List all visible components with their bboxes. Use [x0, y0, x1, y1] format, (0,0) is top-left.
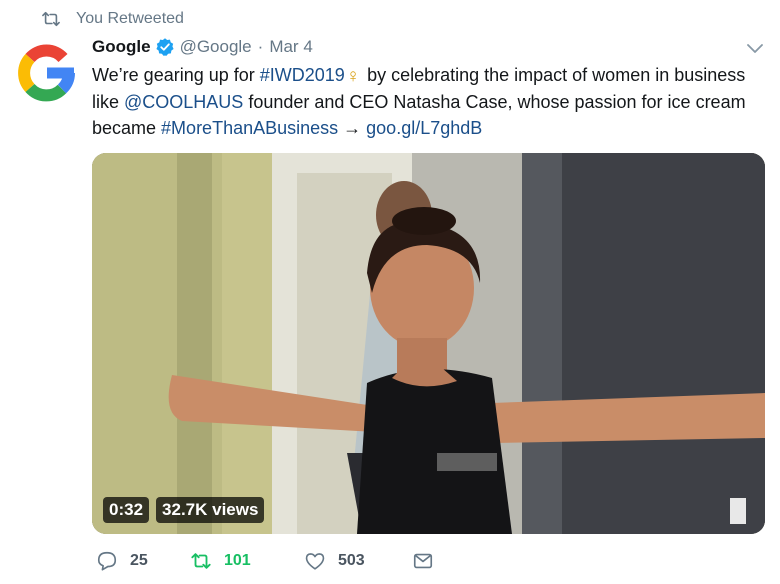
reply-count: 25 — [130, 552, 148, 569]
video-info-overlay: 0:32 32.7K views — [103, 497, 265, 523]
retweet-icon — [191, 553, 211, 569]
retweet-context-text: You Retweeted — [76, 10, 184, 27]
url-link[interactable]: goo.gl/L7ghdB — [366, 118, 482, 138]
retweet-icon — [42, 11, 60, 27]
like-count: 503 — [338, 552, 365, 569]
tweet-text-segment: → — [338, 118, 367, 138]
tweet-actions: 25 101 503 — [96, 548, 434, 574]
like-button[interactable]: 503 — [304, 550, 412, 572]
envelope-icon — [413, 553, 433, 569]
video-duration-badge: 0:32 — [103, 497, 150, 523]
tweet-text-segment: We’re gearing up for — [92, 65, 260, 85]
author-handle[interactable]: @Google — [180, 37, 252, 57]
tweet-header: Google @Google · Mar 4 — [92, 35, 313, 59]
retweet-count: 101 — [224, 552, 251, 569]
direct-message-button[interactable] — [412, 550, 434, 572]
reply-icon — [97, 551, 117, 571]
hashtag-link[interactable]: #IWD2019 — [260, 65, 345, 85]
mention-link[interactable]: @COOLHAUS — [124, 92, 243, 112]
hashtag-link[interactable]: #MoreThanABusiness — [161, 118, 338, 138]
video-frame-image — [92, 153, 765, 534]
verified-badge-icon — [155, 38, 174, 56]
reply-button[interactable]: 25 — [96, 550, 190, 572]
google-avatar-icon[interactable] — [14, 40, 80, 106]
retweet-button[interactable]: 101 — [190, 550, 304, 572]
tweet-date[interactable]: Mar 4 — [269, 37, 312, 57]
chevron-down-icon[interactable] — [745, 41, 765, 55]
tweet-text: We’re gearing up for #IWD2019♀ by celebr… — [92, 62, 768, 141]
heart-icon — [305, 553, 325, 570]
video-views-badge: 32.7K views — [156, 497, 265, 523]
female-sign-emoji-icon: ♀ — [345, 66, 361, 87]
header-separator: · — [257, 37, 264, 56]
retweet-context: You Retweeted — [40, 8, 184, 30]
author-display-name[interactable]: Google — [92, 37, 151, 57]
video-player[interactable]: 0:32 32.7K views — [92, 153, 765, 534]
